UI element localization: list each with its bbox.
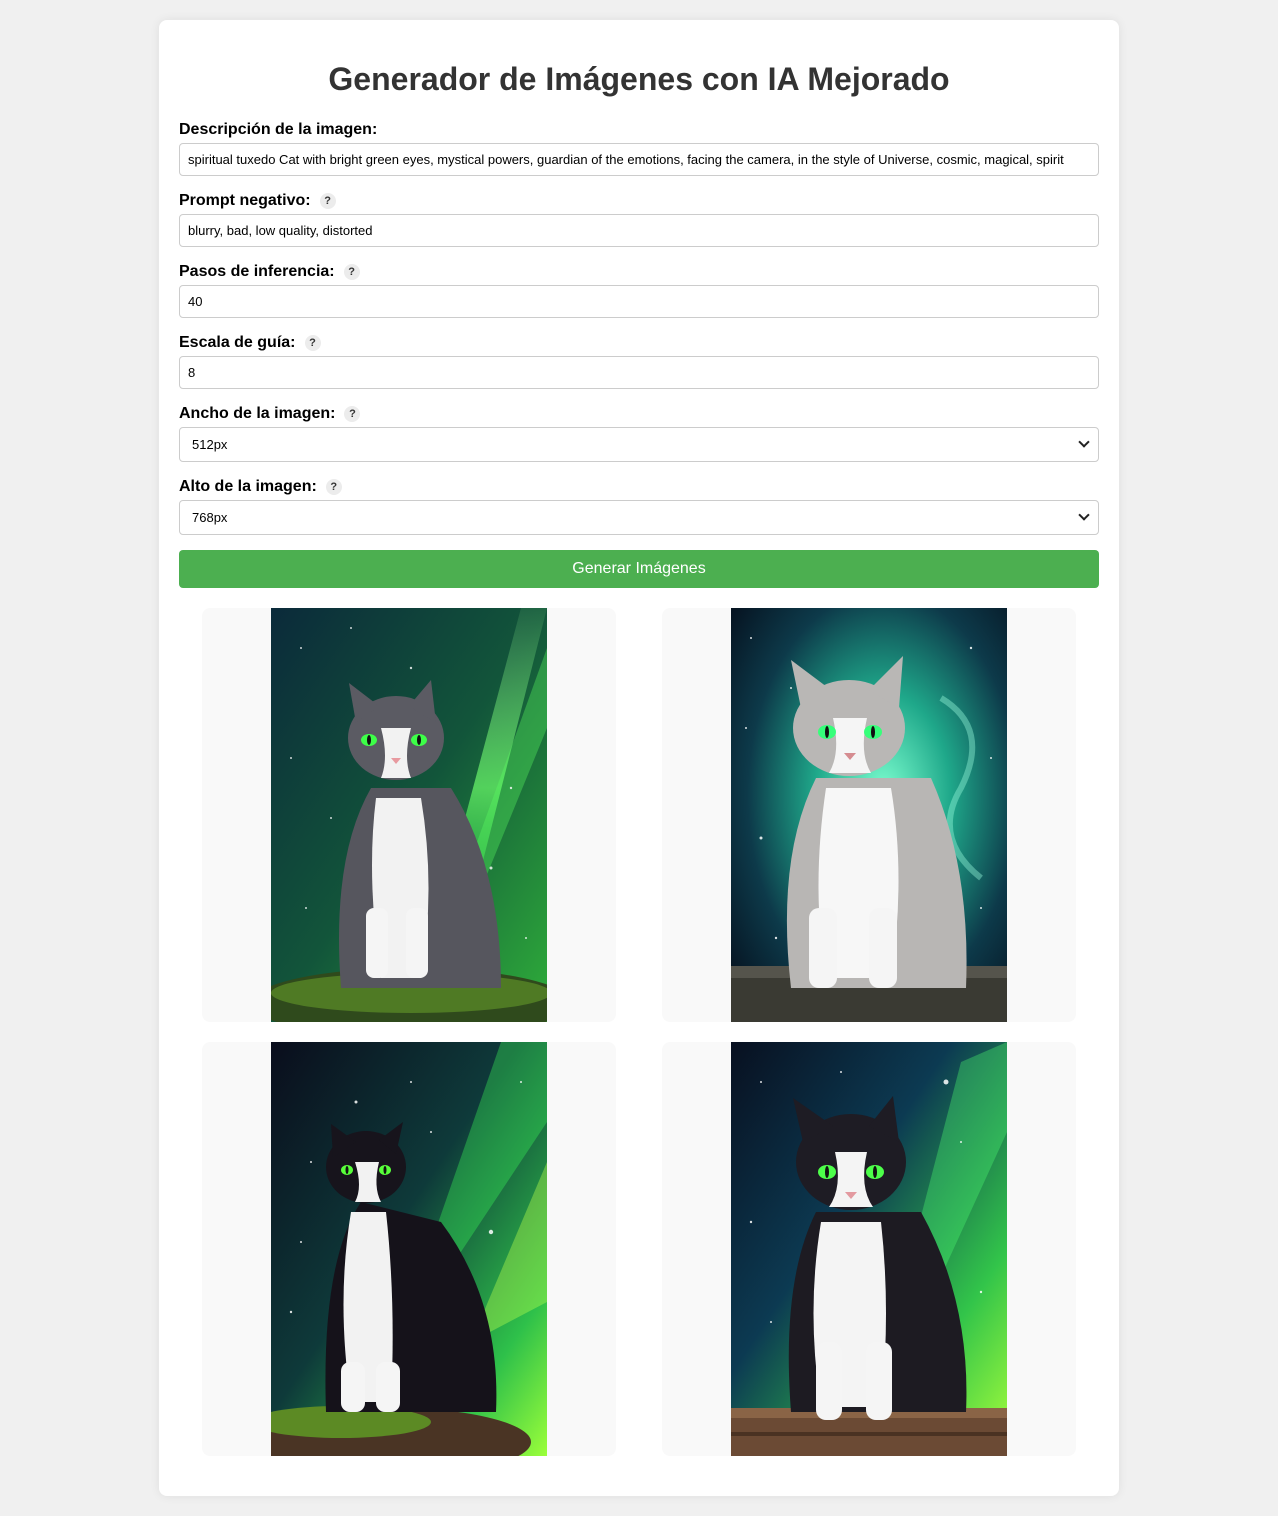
description-label: Descripción de la imagen: xyxy=(179,121,378,138)
width-select-value: 512px xyxy=(192,437,228,452)
height-help-icon[interactable]: ? xyxy=(325,478,342,495)
chevron-down-icon xyxy=(1078,509,1090,521)
negative-prompt-help-icon[interactable]: ? xyxy=(319,192,336,209)
steps-label-row: Pasos de inferencia:? xyxy=(179,262,360,281)
description-input[interactable]: spiritual tuxedo Cat with bright green e… xyxy=(179,143,1099,176)
chevron-down-icon xyxy=(1078,436,1090,448)
guidance-input[interactable]: 8 xyxy=(179,356,1099,389)
generated-image[interactable] xyxy=(731,608,1007,1022)
width-help-icon[interactable]: ? xyxy=(344,405,361,422)
width-label: Ancho de la imagen: xyxy=(179,405,336,422)
height-select[interactable]: 768px xyxy=(179,500,1099,535)
guidance-help-icon[interactable]: ? xyxy=(304,334,321,351)
gallery-tile xyxy=(662,608,1076,1022)
generated-image[interactable] xyxy=(271,608,547,1022)
steps-help-icon[interactable]: ? xyxy=(343,263,360,280)
generator-card: Generador de Imágenes con IA Mejorado De… xyxy=(159,20,1119,1496)
gallery-tile xyxy=(202,1042,616,1456)
negative-prompt-label: Prompt negativo: xyxy=(179,192,311,209)
generated-image[interactable] xyxy=(731,1042,1007,1456)
height-label-row: Alto de la imagen:? xyxy=(179,477,342,496)
steps-label: Pasos de inferencia: xyxy=(179,263,335,280)
steps-input[interactable]: 40 xyxy=(179,285,1099,318)
guidance-label: Escala de guía: xyxy=(179,334,296,351)
width-label-row: Ancho de la imagen:? xyxy=(179,404,361,423)
negative-prompt-label-row: Prompt negativo:? xyxy=(179,191,336,210)
generate-images-button[interactable]: Generar Imágenes xyxy=(179,550,1099,588)
height-label: Alto de la imagen: xyxy=(179,478,317,495)
page-title: Generador de Imágenes con IA Mejorado xyxy=(328,61,950,97)
height-select-value: 768px xyxy=(192,510,228,525)
width-select[interactable]: 512px xyxy=(179,427,1099,462)
generated-image[interactable] xyxy=(271,1042,547,1456)
gallery-tile xyxy=(202,608,616,1022)
negative-prompt-input[interactable]: blurry, bad, low quality, distorted xyxy=(179,214,1099,247)
gallery-tile xyxy=(662,1042,1076,1456)
guidance-label-row: Escala de guía:? xyxy=(179,333,321,352)
